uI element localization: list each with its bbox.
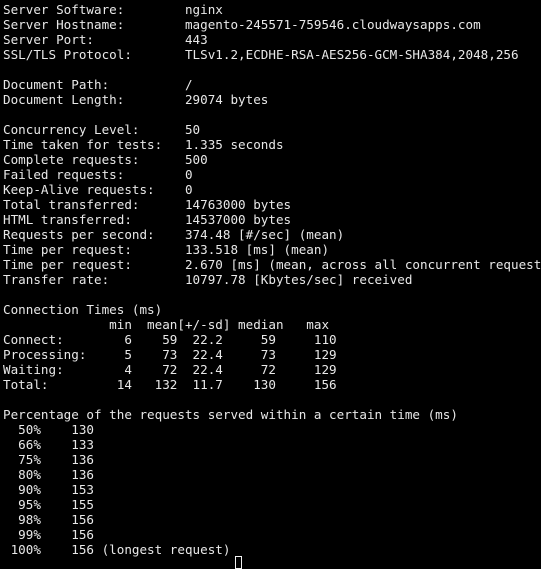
terminal-line: Server Software: nginx	[3, 2, 223, 17]
terminal-line: 90% 153	[3, 482, 94, 497]
terminal-line: SSL/TLS Protocol: TLSv1.2,ECDHE-RSA-AES2…	[3, 47, 519, 62]
terminal-line: Connection Times (ms)	[3, 302, 163, 317]
terminal-line: Time taken for tests: 1.335 seconds	[3, 137, 284, 152]
terminal-line: 66% 133	[3, 437, 94, 452]
terminal-line: 98% 156	[3, 512, 94, 527]
terminal-line: Percentage of the requests served within…	[3, 407, 458, 422]
terminal-line: 80% 136	[3, 467, 94, 482]
terminal-line: 99% 156	[3, 527, 94, 542]
terminal-line: 75% 136	[3, 452, 94, 467]
terminal-lines: Server Software: nginx Server Hostname: m…	[3, 2, 541, 557]
terminal-line: min mean[+/-sd] median max	[3, 317, 330, 332]
terminal-line: Server Hostname: magento-245571-759546.c…	[3, 17, 481, 32]
terminal-line: 100% 156 (longest request)	[3, 542, 231, 557]
terminal-line: HTML transferred: 14537000 bytes	[3, 212, 292, 227]
terminal-line: Keep-Alive requests: 0	[3, 182, 193, 197]
terminal-line: Complete requests: 500	[3, 152, 208, 167]
terminal-line: Transfer rate: 10797.78 [Kbytes/sec] rec…	[3, 272, 413, 287]
terminal-line: 50% 130	[3, 422, 94, 437]
terminal-line: Failed requests: 0	[3, 167, 193, 182]
terminal-line: Waiting: 4 72 22.4 72 129	[3, 362, 337, 377]
terminal-output[interactable]: Server Software: nginx Server Hostname: m…	[0, 0, 541, 569]
terminal-line: Server Port: 443	[3, 32, 208, 47]
terminal-line: Total transferred: 14763000 bytes	[3, 197, 292, 212]
terminal-line: 95% 155	[3, 497, 94, 512]
terminal-line: Document Path: /	[3, 77, 193, 92]
terminal-line: Requests per second: 374.48 [#/sec] (mea…	[3, 227, 345, 242]
terminal-line: Concurrency Level: 50	[3, 122, 201, 137]
block-cursor	[235, 556, 242, 569]
terminal-line: Processing: 5 73 22.4 73 129	[3, 347, 337, 362]
terminal-line: Time per request: 133.518 [ms] (mean)	[3, 242, 330, 257]
terminal-line: Total: 14 132 11.7 130 156	[3, 377, 337, 392]
terminal-line: Connect: 6 59 22.2 59 110	[3, 332, 337, 347]
terminal-line: Time per request: 2.670 [ms] (mean, acro…	[3, 257, 541, 272]
terminal-line: Document Length: 29074 bytes	[3, 92, 269, 107]
